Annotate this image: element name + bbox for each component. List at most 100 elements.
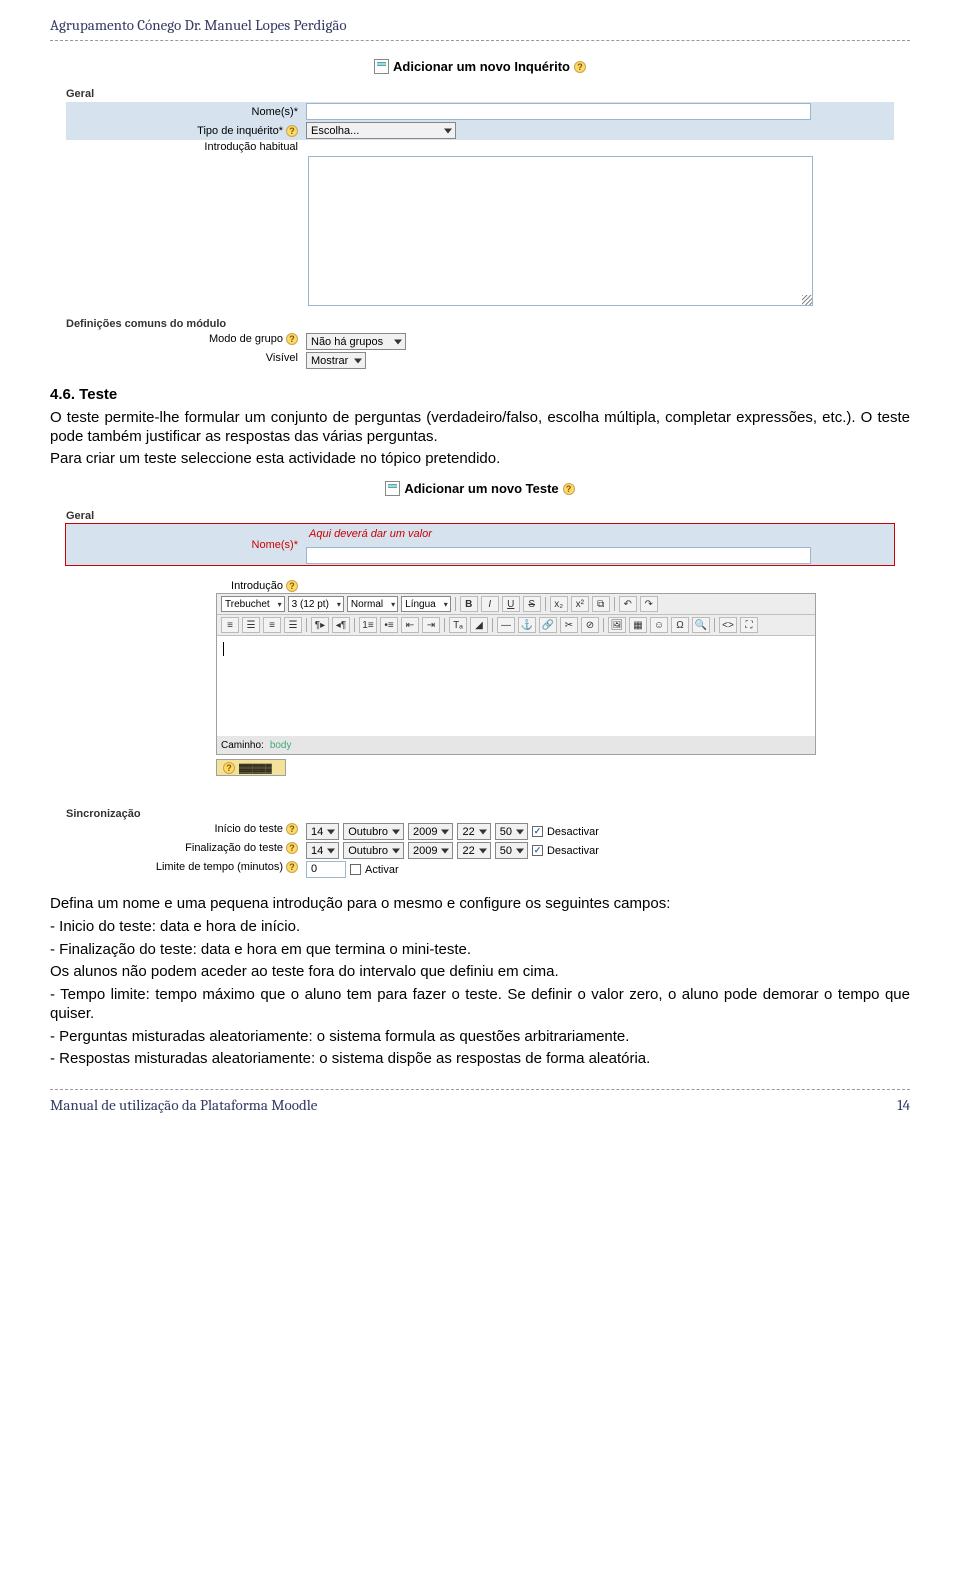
quiz-icon xyxy=(385,481,400,496)
nome-input[interactable] xyxy=(306,547,811,564)
superscript-icon[interactable]: x² xyxy=(571,596,589,612)
bgcolor-icon[interactable]: ◢ xyxy=(470,617,488,633)
ltr-icon[interactable]: ¶▸ xyxy=(311,617,329,633)
header-title: Agrupamento Cónego Dr. Manuel Lopes Perd… xyxy=(50,16,347,34)
richtext-body[interactable] xyxy=(217,636,815,736)
outdent-icon[interactable]: ⇤ xyxy=(401,617,419,633)
search-icon[interactable]: 🔍 xyxy=(692,617,710,633)
modo-grupo-label: Modo de grupo xyxy=(209,333,283,345)
limite-activar-checkbox[interactable] xyxy=(350,864,361,875)
help-icon[interactable]: ? xyxy=(574,61,586,73)
nolink-icon[interactable]: ⊘ xyxy=(581,617,599,633)
tipo-inquerito-select[interactable]: Escolha... xyxy=(306,122,456,139)
size-select[interactable]: 3 (12 pt) xyxy=(288,596,344,612)
page-footer: Manual de utilização da Plataforma Moodl… xyxy=(50,1089,910,1120)
align-center-icon[interactable]: ☰ xyxy=(242,617,260,633)
inicio-desactivar-checkbox[interactable] xyxy=(532,826,543,837)
inicio-mm-select[interactable]: 50 xyxy=(495,823,528,840)
bold-icon[interactable]: B xyxy=(460,596,478,612)
inquerito-form: Adicionar um novo Inquérito ? Geral Nome… xyxy=(50,55,910,370)
limite-label: Limite de tempo (minutos) xyxy=(156,861,283,873)
copy-icon[interactable]: ⧉ xyxy=(592,596,610,612)
help-icon[interactable]: ? xyxy=(286,580,298,592)
unlink-icon[interactable]: ✂ xyxy=(560,617,578,633)
modo-grupo-select[interactable]: Não há grupos xyxy=(306,333,406,350)
teste-heading: Adicionar um novo Teste ? xyxy=(50,477,910,504)
image-icon[interactable]: 🖼 xyxy=(608,617,626,633)
nome-label: Nome(s)* xyxy=(252,539,298,551)
html-icon[interactable]: <> xyxy=(719,617,737,633)
nome-input[interactable] xyxy=(306,103,811,120)
footer-left: Manual de utilização da Plataforma Moodl… xyxy=(50,1096,317,1114)
inicio-dia-select[interactable]: 14 xyxy=(306,823,339,840)
final-hh-select[interactable]: 22 xyxy=(457,842,490,859)
ol-icon[interactable]: 1≡ xyxy=(359,617,377,633)
final-ano-select[interactable]: 2009 xyxy=(408,842,453,859)
page-header: Agrupamento Cónego Dr. Manuel Lopes Perd… xyxy=(50,10,910,41)
fullscreen-icon[interactable]: ⛶ xyxy=(740,617,758,633)
nome-error: Aqui deverá dar um valor xyxy=(306,525,435,543)
inicio-hh-select[interactable]: 22 xyxy=(457,823,490,840)
section-heading: 4.6. Teste xyxy=(50,386,117,403)
introducao-habitual-label: Introdução habitual xyxy=(204,141,298,153)
font-select[interactable]: Trebuchet xyxy=(221,596,285,612)
introducao-habitual-textarea[interactable] xyxy=(308,156,813,306)
anchor-icon[interactable]: ⚓ xyxy=(518,617,536,633)
footer-pagenum: 14 xyxy=(897,1096,910,1114)
align-left-icon[interactable]: ≡ xyxy=(221,617,239,633)
resize-grip-icon[interactable] xyxy=(802,295,812,305)
inicio-desactivar-label: Desactivar xyxy=(547,826,599,838)
final-mm-select[interactable]: 50 xyxy=(495,842,528,859)
inicio-mes-select[interactable]: Outubro xyxy=(343,823,404,840)
rtl-icon[interactable]: ◂¶ xyxy=(332,617,350,633)
path-label: Caminho: xyxy=(221,740,264,751)
indent-icon[interactable]: ⇥ xyxy=(422,617,440,633)
survey-icon xyxy=(374,59,389,74)
smiley-icon[interactable]: ☺ xyxy=(650,617,668,633)
final-label: Finalização do teste xyxy=(185,842,283,854)
char-icon[interactable]: Ω xyxy=(671,617,689,633)
format-select[interactable]: Normal xyxy=(347,596,398,612)
instructions-block: Defina um nome e uma pequena introdução … xyxy=(50,895,910,1069)
align-right-icon[interactable]: ≡ xyxy=(263,617,281,633)
strike-icon[interactable]: S xyxy=(523,596,541,612)
help-icon[interactable]: ? xyxy=(286,125,298,137)
help-icon[interactable]: ? xyxy=(286,823,298,835)
align-justify-icon[interactable]: ☰ xyxy=(284,617,302,633)
teste-form: Adicionar um novo Teste ? Geral Nome(s)*… xyxy=(50,477,910,879)
underline-icon[interactable]: U xyxy=(502,596,520,612)
help-icon[interactable]: ? xyxy=(286,861,298,873)
subscript-icon[interactable]: x₂ xyxy=(550,596,568,612)
help-icon[interactable]: ? xyxy=(286,842,298,854)
toggle-editor-button[interactable]: ? ▓▓▓▓▓ xyxy=(216,759,286,776)
ul-icon[interactable]: •≡ xyxy=(380,617,398,633)
inicio-label: Início do teste xyxy=(215,823,284,835)
help-icon[interactable]: ? xyxy=(563,483,575,495)
limite-activar-label: Activar xyxy=(365,864,399,876)
geral-legend: Geral xyxy=(66,508,894,524)
redo-icon[interactable]: ↷ xyxy=(640,596,658,612)
final-desactivar-checkbox[interactable] xyxy=(532,845,543,856)
path-value: body xyxy=(270,740,292,751)
introducao-label: Introdução xyxy=(231,580,283,592)
section-teste-intro: 4.6. Teste O teste permite-lhe formular … xyxy=(50,386,910,469)
visivel-select[interactable]: Mostrar xyxy=(306,352,366,369)
help-icon[interactable]: ? xyxy=(286,333,298,345)
link-icon[interactable]: 🔗 xyxy=(539,617,557,633)
nome-label: Nome(s)* xyxy=(252,106,298,118)
limite-input[interactable]: 0 xyxy=(306,861,346,878)
table-icon[interactable]: ▦ xyxy=(629,617,647,633)
final-mes-select[interactable]: Outubro xyxy=(343,842,404,859)
visivel-label: Visível xyxy=(266,352,298,364)
geral-legend: Geral xyxy=(66,86,894,102)
italic-icon[interactable]: I xyxy=(481,596,499,612)
final-desactivar-label: Desactivar xyxy=(547,845,599,857)
caret-icon xyxy=(223,642,224,656)
textcolor-icon[interactable]: Tₐ xyxy=(449,617,467,633)
inicio-ano-select[interactable]: 2009 xyxy=(408,823,453,840)
richtext-editor: Trebuchet 3 (12 pt) Normal Língua B I U … xyxy=(216,593,816,755)
undo-icon[interactable]: ↶ xyxy=(619,596,637,612)
lang-select[interactable]: Língua xyxy=(401,596,451,612)
final-dia-select[interactable]: 14 xyxy=(306,842,339,859)
hr-icon[interactable]: — xyxy=(497,617,515,633)
